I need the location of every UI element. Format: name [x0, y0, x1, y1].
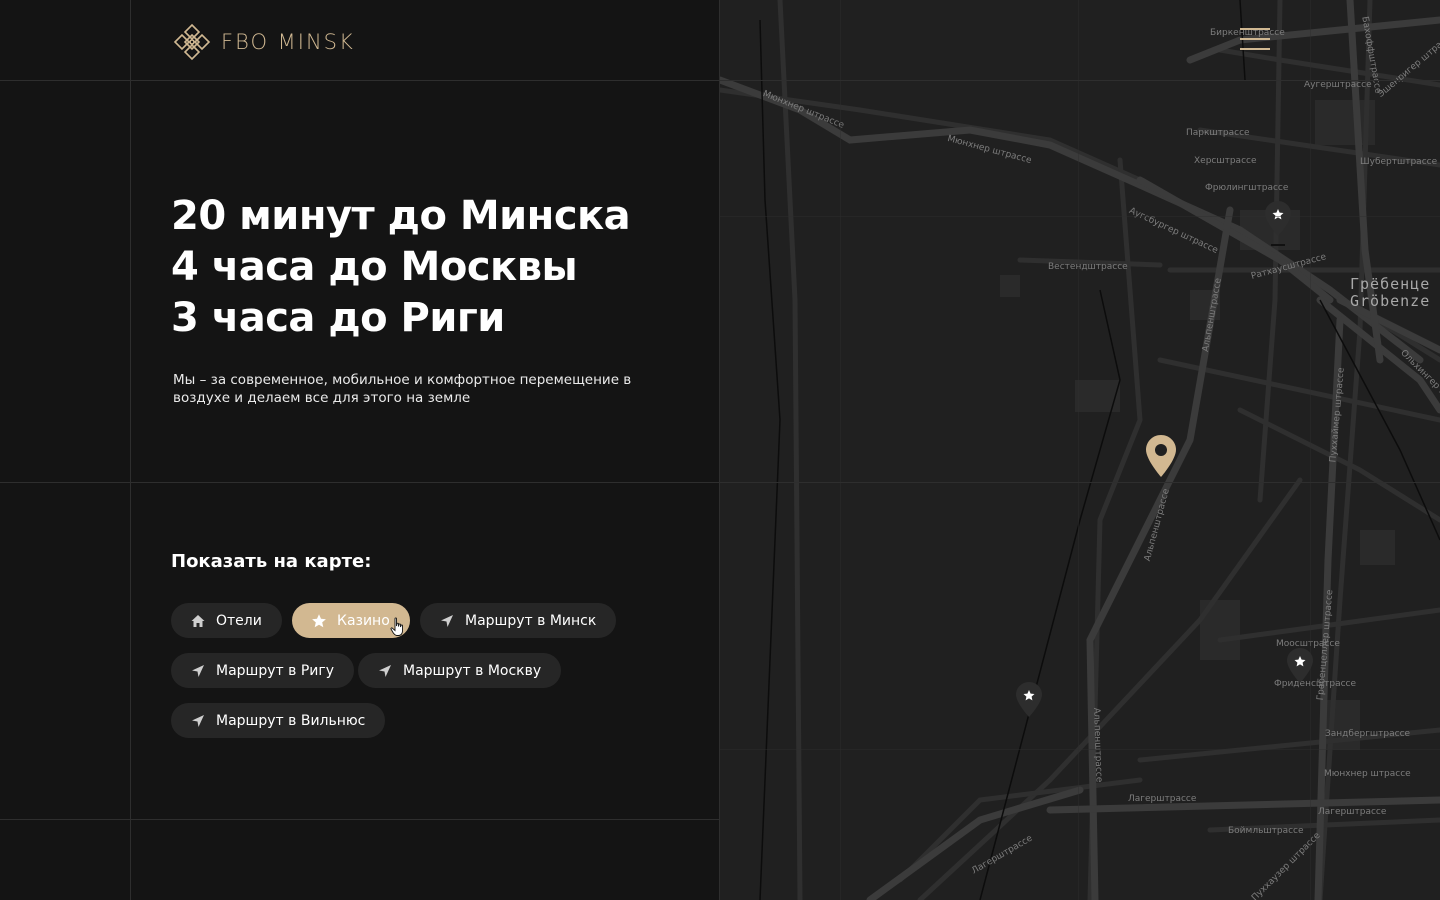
- grid-line: [130, 0, 131, 900]
- street-label: Лагерштрассе: [1318, 807, 1387, 817]
- navigation-arrow-icon: [192, 664, 204, 677]
- grid-line: [840, 0, 841, 900]
- navigation-arrow-icon: [441, 614, 453, 627]
- ornament-logo-icon: [173, 23, 211, 61]
- street-label: Мюнхнер штрассе: [1324, 769, 1411, 779]
- star-icon: [312, 613, 326, 627]
- filter-chip-route-moscow[interactable]: Маршрут в Москву: [358, 653, 562, 688]
- grid-line: [1078, 0, 1079, 900]
- grid-line: [720, 749, 1440, 750]
- street-label: Херсштрассе: [1194, 156, 1257, 166]
- filter-chip-route-vilnius[interactable]: Маршрут в Вильнюс: [171, 703, 386, 738]
- chip-label: Маршрут в Ригу: [216, 662, 335, 679]
- navigation-arrow-icon: [379, 664, 391, 677]
- street-label: Паркштрассе: [1186, 128, 1250, 138]
- map[interactable]: Биркенштрассе Мюнхнер штрассе Мюнхнер шт…: [720, 0, 1440, 900]
- grid-line: [0, 80, 1440, 81]
- street-label: Вестендштрассе: [1048, 262, 1128, 272]
- logo-text: FBO MINSK: [221, 30, 355, 54]
- headline-line: 20 минут до Минска: [171, 193, 631, 239]
- grid-line: [719, 0, 720, 900]
- chip-label: Отели: [216, 612, 262, 629]
- left-panel: FBO MINSK 20 минут до Минска 4 часа до М…: [0, 0, 719, 900]
- filter-chip-route-minsk[interactable]: Маршрут в Минск: [420, 603, 617, 638]
- street-label: Зандбергштрассе: [1325, 729, 1411, 739]
- filters-title: Показать на карте:: [171, 551, 372, 572]
- street-label: Шубертштрассе: [1360, 157, 1438, 167]
- chip-label: Маршрут в Москву: [403, 662, 542, 679]
- hamburger-menu-icon[interactable]: [1240, 28, 1270, 52]
- menu-bar: [1240, 38, 1270, 40]
- chip-label: Казино: [337, 612, 390, 629]
- district-label: Грёбенце Gröbenze: [1350, 276, 1430, 310]
- menu-bar: [1240, 28, 1270, 30]
- street-label: Фрюлингштрассе: [1205, 183, 1289, 193]
- hero-headline: 20 минут до Минска 4 часа до Москвы 3 ча…: [171, 191, 631, 344]
- logo[interactable]: FBO MINSK: [171, 22, 355, 62]
- filter-chip-hotels[interactable]: Отели: [171, 603, 282, 638]
- street-label: Боймльштрассе: [1228, 826, 1304, 836]
- grid-line: [0, 819, 720, 820]
- grid-line: [720, 216, 1440, 217]
- district-name-de: Gröbenze: [1350, 292, 1431, 310]
- chip-label: Маршрут в Минск: [465, 612, 597, 629]
- district-name-ru: Грёбенце: [1350, 275, 1431, 293]
- street-label: Аугерштрассе: [1304, 80, 1372, 90]
- grid-line: [0, 482, 1440, 483]
- filter-chip-route-riga[interactable]: Маршрут в Ригу: [171, 653, 355, 688]
- headline-line: 3 часа до Риги: [171, 295, 505, 341]
- home-icon: [191, 614, 205, 627]
- hand-cursor-icon: [390, 617, 403, 636]
- star-pin-icon[interactable]: [1264, 200, 1292, 250]
- star-pin-icon[interactable]: [1015, 681, 1043, 731]
- chip-label: Маршрут в Вильнюс: [216, 712, 366, 729]
- headline-line: 4 часа до Москвы: [171, 244, 578, 290]
- navigation-arrow-icon: [192, 714, 204, 727]
- grid-line: [1310, 0, 1311, 900]
- location-pin-icon[interactable]: [1145, 434, 1177, 478]
- menu-bar: [1240, 48, 1270, 50]
- hero-subtitle: Мы – за современное, мобильное и комфорт…: [173, 372, 632, 406]
- street-label: Лагерштрассе: [1128, 794, 1197, 804]
